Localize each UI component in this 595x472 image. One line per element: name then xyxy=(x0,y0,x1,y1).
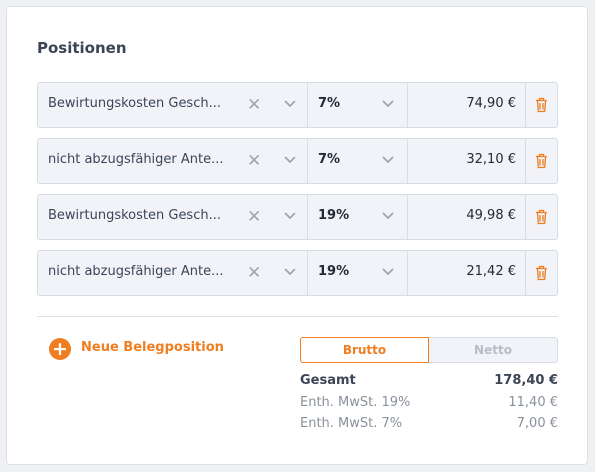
tax-rate-label: 7% xyxy=(318,152,341,167)
delete-button[interactable] xyxy=(526,83,557,127)
category-label: nicht abzugsfähiger Ante... xyxy=(48,152,224,167)
amount-value: 74,90 € xyxy=(466,96,516,111)
vat-value: 7,00 € xyxy=(516,416,558,431)
summary-total: Gesamt 178,40 € xyxy=(300,373,558,391)
position-row: nicht abzugsfähiger Ante... ✕ 19% 21,42 … xyxy=(37,250,558,296)
category-select[interactable]: Bewirtungskosten Gesch... ✕ xyxy=(38,83,308,127)
chevron-down-icon[interactable] xyxy=(381,99,395,109)
summary-vat-line: Enth. MwSt. 19% 11,40 € xyxy=(300,395,558,413)
category-select[interactable]: nicht abzugsfähiger Ante... ✕ xyxy=(38,251,308,295)
tax-select[interactable]: 19% xyxy=(308,251,408,295)
section-title: Positionen xyxy=(37,39,127,57)
amount-input[interactable]: 32,10 € xyxy=(408,139,526,183)
add-position-label: Neue Belegposition xyxy=(81,340,224,355)
tax-rate-label: 19% xyxy=(318,208,350,223)
category-label: Bewirtungskosten Gesch... xyxy=(48,208,221,223)
amount-input[interactable]: 49,98 € xyxy=(408,195,526,239)
plus-circle-icon[interactable]: + xyxy=(49,338,71,360)
total-label: Gesamt xyxy=(300,373,356,388)
trash-icon[interactable] xyxy=(535,265,548,281)
position-row: Bewirtungskosten Gesch... ✕ 7% 74,90 € xyxy=(37,82,558,128)
tax-rate-label: 7% xyxy=(318,96,341,111)
trash-icon[interactable] xyxy=(535,153,548,169)
chevron-down-icon[interactable] xyxy=(283,99,297,109)
positions-card: Positionen Bewirtungskosten Gesch... ✕ 7… xyxy=(6,6,588,465)
chevron-down-icon[interactable] xyxy=(283,155,297,165)
vat-value: 11,40 € xyxy=(508,395,558,410)
category-label: Bewirtungskosten Gesch... xyxy=(48,96,221,111)
chevron-down-icon[interactable] xyxy=(283,211,297,221)
chevron-down-icon[interactable] xyxy=(381,155,395,165)
close-icon[interactable]: ✕ xyxy=(247,263,261,283)
position-row: Bewirtungskosten Gesch... ✕ 19% 49,98 € xyxy=(37,194,558,240)
tax-select[interactable]: 7% xyxy=(308,139,408,183)
close-icon[interactable]: ✕ xyxy=(247,207,261,227)
close-icon[interactable]: ✕ xyxy=(247,95,261,115)
tax-select[interactable]: 19% xyxy=(308,195,408,239)
chevron-down-icon[interactable] xyxy=(381,211,395,221)
toggle-netto[interactable]: Netto xyxy=(429,337,558,363)
delete-button[interactable] xyxy=(526,195,557,239)
vat-label: Enth. MwSt. 7% xyxy=(300,416,403,431)
tax-rate-label: 19% xyxy=(318,264,350,279)
toggle-brutto[interactable]: Brutto xyxy=(300,337,429,363)
amount-value: 49,98 € xyxy=(466,208,516,223)
chevron-down-icon[interactable] xyxy=(381,267,395,277)
amount-input[interactable]: 21,42 € xyxy=(408,251,526,295)
add-position-button[interactable]: + Neue Belegposition xyxy=(49,337,229,361)
close-icon[interactable]: ✕ xyxy=(247,151,261,171)
divider xyxy=(37,316,558,317)
gross-net-toggle: Brutto Netto xyxy=(300,337,558,363)
delete-button[interactable] xyxy=(526,139,557,183)
category-label: nicht abzugsfähiger Ante... xyxy=(48,264,224,279)
total-value: 178,40 € xyxy=(494,373,558,388)
trash-icon[interactable] xyxy=(535,97,548,113)
vat-label: Enth. MwSt. 19% xyxy=(300,395,411,410)
amount-value: 32,10 € xyxy=(466,152,516,167)
chevron-down-icon[interactable] xyxy=(283,267,297,277)
category-select[interactable]: Bewirtungskosten Gesch... ✕ xyxy=(38,195,308,239)
amount-input[interactable]: 74,90 € xyxy=(408,83,526,127)
tax-select[interactable]: 7% xyxy=(308,83,408,127)
position-row: nicht abzugsfähiger Ante... ✕ 7% 32,10 € xyxy=(37,138,558,184)
summary-vat-line: Enth. MwSt. 7% 7,00 € xyxy=(300,416,558,434)
amount-value: 21,42 € xyxy=(466,264,516,279)
trash-icon[interactable] xyxy=(535,209,548,225)
category-select[interactable]: nicht abzugsfähiger Ante... ✕ xyxy=(38,139,308,183)
delete-button[interactable] xyxy=(526,251,557,295)
